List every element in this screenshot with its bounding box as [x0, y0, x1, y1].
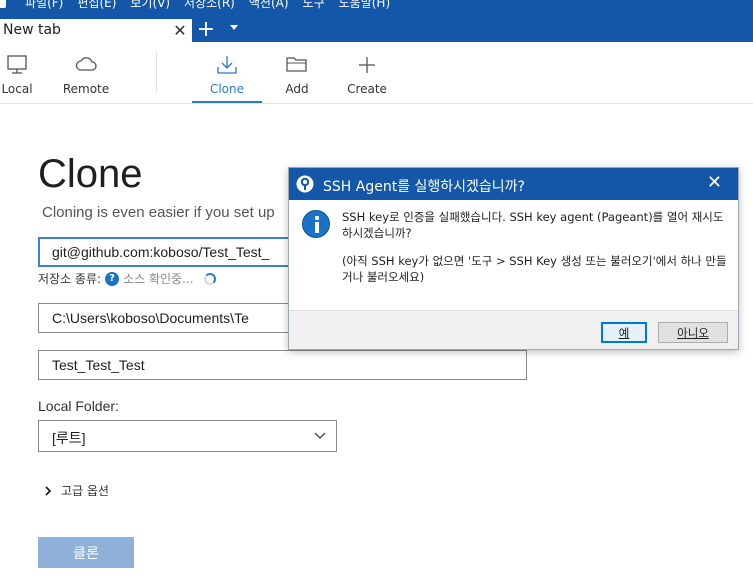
close-tab-icon[interactable]: ✕	[171, 19, 189, 42]
chevron-down-icon	[314, 432, 326, 439]
sourcetree-window: 파일(F) 편집(E) 보기(V) 저장소(R) 액션(A) 도구 도움말(H)…	[0, 0, 753, 586]
new-tab-button[interactable]: +	[196, 18, 216, 42]
tab-title: New tab	[3, 22, 61, 38]
repo-type-status: 소스 확인중...	[123, 272, 194, 286]
no-label: 아니오	[677, 325, 709, 340]
repo-type-row: 저장소 종류: ? 소스 확인중...	[38, 270, 216, 287]
local-folder-label: Local Folder:	[38, 398, 119, 414]
menu-view[interactable]: 보기(V)	[130, 0, 170, 11]
menu-repository[interactable]: 저장소(R)	[184, 0, 235, 11]
dialog-title-bar: SSH Agent를 실행하시겠습니까? ✕	[289, 168, 738, 200]
ssh-agent-dialog: SSH Agent를 실행하시겠습니까? ✕ SSH key로 인증을 실패했습…	[288, 167, 739, 350]
cloud-icon	[75, 57, 97, 71]
local-label: Local	[1, 82, 33, 96]
dialog-close-icon[interactable]: ✕	[707, 174, 722, 192]
help-icon[interactable]: ?	[105, 271, 120, 286]
tab-new-tab[interactable]: New tab ✕	[0, 19, 192, 42]
dialog-footer: 예 아니오	[289, 310, 738, 349]
add-button[interactable]: Add	[280, 42, 314, 103]
menu-tools[interactable]: 도구	[303, 0, 325, 11]
bookmark-name-input[interactable]: Test_Test_Test	[38, 350, 527, 380]
menu-edit[interactable]: 편집(E)	[77, 0, 116, 11]
dialog-body: SSH key로 인증을 실패했습니다. SSH key agent (Page…	[289, 200, 738, 310]
tab-list-dropdown-icon[interactable]	[230, 25, 238, 30]
menu-items: 파일(F) 편집(E) 보기(V) 저장소(R) 액션(A) 도구 도움말(H)	[25, 0, 390, 11]
advanced-options-toggle[interactable]: 고급 옵션	[44, 482, 109, 499]
download-icon	[217, 56, 237, 74]
tab-bar: New tab ✕ +	[0, 11, 753, 42]
advanced-options-label: 고급 옵션	[61, 484, 109, 498]
app-logo-icon	[0, 0, 6, 8]
remote-button[interactable]: Remote	[60, 42, 112, 103]
folder-icon	[286, 57, 307, 72]
monitor-icon	[7, 55, 27, 74]
toolbar-divider	[156, 52, 157, 92]
clone-submit-button[interactable]: 클론	[38, 537, 134, 568]
local-folder-select[interactable]: [루트]	[38, 420, 337, 452]
page-title: Clone	[38, 152, 143, 196]
dialog-message-2: (아직 SSH key가 없으면 '도구 > SSH Key 생성 또는 불러오…	[342, 254, 727, 284]
toolbar: Local Remote Clone Add Create	[0, 42, 753, 104]
yes-button[interactable]: 예	[601, 322, 647, 343]
local-button[interactable]: Local	[0, 42, 34, 103]
plus-icon	[359, 57, 375, 73]
menu-help[interactable]: 도움말(H)	[339, 0, 391, 11]
sourcetree-logo-icon	[296, 175, 314, 193]
menu-actions[interactable]: 액션(A)	[249, 0, 289, 11]
loading-spinner-icon	[203, 272, 216, 285]
create-button[interactable]: Create	[346, 42, 388, 103]
repo-type-label: 저장소 종류:	[38, 272, 102, 286]
yes-label: 예	[618, 325, 630, 340]
dialog-message-1: SSH key로 인증을 실패했습니다. SSH key agent (Page…	[342, 210, 724, 240]
info-icon	[302, 210, 330, 238]
clone-label: Clone	[209, 82, 245, 96]
create-label: Create	[347, 82, 387, 96]
remote-label: Remote	[62, 82, 110, 96]
local-folder-value: [루트]	[52, 430, 86, 446]
no-button[interactable]: 아니오	[658, 322, 728, 343]
chevron-right-icon	[45, 485, 52, 496]
dialog-title: SSH Agent를 실행하시겠습니까?	[323, 179, 525, 195]
menu-file[interactable]: 파일(F)	[25, 0, 63, 11]
page-subtitle: Cloning is even easier if you set up	[42, 204, 275, 221]
menu-bar: 파일(F) 편집(E) 보기(V) 저장소(R) 액션(A) 도구 도움말(H)	[0, 0, 753, 11]
add-label: Add	[285, 82, 309, 96]
clone-button-tab[interactable]: Clone	[192, 42, 262, 103]
